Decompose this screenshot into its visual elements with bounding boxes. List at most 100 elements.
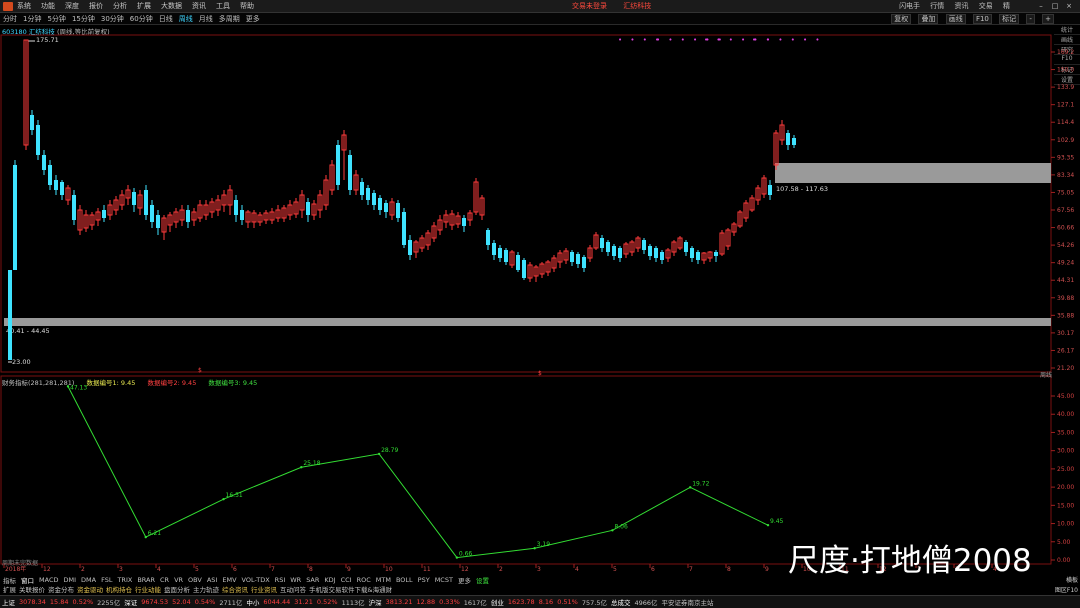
indicator-tab[interactable]: BOLL xyxy=(396,576,413,584)
indicator-tab[interactable]: OBV xyxy=(188,576,202,584)
time-axis-label: 7 xyxy=(689,566,693,573)
indicator-tab[interactable]: RSI xyxy=(275,576,286,584)
time-axis-label: 4 xyxy=(157,566,161,573)
indicator-tab[interactable]: BRAR xyxy=(137,576,155,584)
indicator-point-label: 16.51 xyxy=(226,492,243,499)
support-zone xyxy=(4,318,1051,326)
broker-server[interactable]: 平安证券南京主站 xyxy=(662,597,714,607)
indicator-tab[interactable]: 更多 xyxy=(458,575,471,585)
indicator-tab[interactable]: MACD xyxy=(39,576,58,584)
indicator-tab[interactable]: 窗口 xyxy=(21,575,34,585)
indicator-tab[interactable]: DMA xyxy=(81,576,96,584)
indicator-tab[interactable]: MCST xyxy=(435,576,453,584)
indicator-point-label: 25.18 xyxy=(303,460,320,467)
time-axis-label: 6 xyxy=(651,566,655,573)
extension-tab[interactable]: 盘面分析 xyxy=(164,584,190,594)
cy-index-label[interactable]: 创业 xyxy=(491,597,504,607)
extension-tab[interactable]: 行业动能 xyxy=(135,584,161,594)
indicator-tab[interactable]: 设置 xyxy=(476,575,489,585)
indicator-header: 财务指标(281,281,281) 数据编号1: 9.45 数据编号2: 9.4… xyxy=(2,377,267,387)
zx-index-label[interactable]: 中小 xyxy=(246,597,259,607)
sz-index-amount: 2711亿 xyxy=(219,599,243,607)
indicator-tab[interactable]: FSL xyxy=(101,576,112,584)
time-axis-label: 6 xyxy=(233,566,237,573)
indicator-tab[interactable]: WR xyxy=(290,576,301,584)
time-axis-label: 11 xyxy=(423,566,431,573)
event-marker: $ xyxy=(538,370,542,377)
layout-horizontal-button[interactable]: 横板 xyxy=(1066,575,1078,584)
candle-body-down xyxy=(36,125,40,155)
indicator-tab[interactable]: ROC xyxy=(357,576,371,584)
event-marker: $ xyxy=(198,367,202,374)
extension-tab[interactable]: 资金分布 xyxy=(48,584,74,594)
candle-body-down xyxy=(306,202,310,215)
candle-body-down xyxy=(504,250,508,262)
candle-body-down xyxy=(132,192,136,205)
indicator-axis-label: 40.00 xyxy=(1057,411,1074,418)
price-axis-label: 35.88 xyxy=(1057,312,1074,319)
candle-body-down xyxy=(366,188,370,200)
extension-tab[interactable]: 主力轨迹 xyxy=(193,584,219,594)
indicator-tab[interactable]: SAR xyxy=(306,576,319,584)
chart-f10-button[interactable]: 图区F10 xyxy=(1055,585,1078,594)
indicator-tab[interactable]: VOL-TDX xyxy=(242,576,270,584)
time-axis-label: 2 xyxy=(81,566,85,573)
sh-index-value: 3078.34 xyxy=(19,598,46,606)
resistance-zone xyxy=(775,163,1051,183)
price-axis-label: 114.4 xyxy=(1057,119,1074,126)
time-axis-label: 9 xyxy=(765,566,769,573)
price-axis-label: 60.66 xyxy=(1057,225,1074,232)
hs-index-amount: 1617亿 xyxy=(463,599,487,607)
extension-tab[interactable]: 综合资讯 xyxy=(222,584,248,594)
price-axis-label: 67.56 xyxy=(1057,207,1074,214)
candle-body-down xyxy=(612,246,616,256)
indicator-tab[interactable]: DMI xyxy=(63,576,76,584)
indicator-point xyxy=(455,556,459,559)
extension-tab[interactable]: 行业资讯 xyxy=(251,584,277,594)
indicator-tab[interactable]: KDJ xyxy=(324,576,335,584)
extension-tab[interactable]: 手机版交易软件下载&海通财 xyxy=(309,584,392,594)
watermark-text: 尺度·打地僧2008 xyxy=(788,543,1032,579)
sz-index-label[interactable]: 深证 xyxy=(124,597,137,607)
extension-tab[interactable]: 互动问答 xyxy=(280,584,306,594)
candle-body-down xyxy=(660,252,664,260)
indicator-tab[interactable]: PSY xyxy=(418,576,430,584)
indicator-tab[interactable]: CCI xyxy=(341,576,352,584)
indicator-tab[interactable]: EMV xyxy=(222,576,236,584)
price-axis-label: 102.9 xyxy=(1057,137,1074,144)
candle-body-down xyxy=(144,190,148,215)
candle-body-down xyxy=(492,243,496,255)
candle-body-down xyxy=(690,248,694,258)
indicator-tab[interactable]: 指标 xyxy=(3,575,16,585)
extension-tab[interactable]: 机构持仓 xyxy=(106,584,132,594)
indicator-axis-label: 20.00 xyxy=(1057,484,1074,491)
indicator-point xyxy=(222,497,225,501)
indicator-axis-label: 15.00 xyxy=(1057,502,1074,509)
indicator-title[interactable]: 财务指标(281,281,281) xyxy=(2,379,74,387)
extension-tab[interactable]: 关联报价 xyxy=(19,584,45,594)
price-axis-label: 75.05 xyxy=(1057,189,1074,196)
candle-body-down xyxy=(786,133,790,145)
indicator-point-label: 28.79 xyxy=(381,447,398,454)
candle-body-down xyxy=(240,210,244,220)
indicator-tab[interactable]: CR xyxy=(160,576,169,584)
sh-index-label[interactable]: 上证 xyxy=(2,597,15,607)
indicator-tab[interactable]: ASI xyxy=(207,576,218,584)
candle-body-down xyxy=(336,145,340,185)
candle-body-down xyxy=(582,257,586,268)
zx-index-value: 6044.44 xyxy=(263,598,291,606)
period-label: 周线 xyxy=(1039,372,1052,379)
candle-body-down xyxy=(372,193,376,205)
indicator-tab[interactable]: VR xyxy=(174,576,183,584)
time-axis-label: 5 xyxy=(613,566,617,573)
indicator-tab[interactable]: TRIX xyxy=(117,576,132,584)
hs-index-label[interactable]: 沪深 xyxy=(369,597,382,607)
extension-tab[interactable]: 扩展 xyxy=(3,584,16,594)
candle-body-down xyxy=(60,182,64,195)
time-axis-label: 3 xyxy=(119,566,123,573)
extension-tab[interactable]: 资金驱动 xyxy=(77,584,103,594)
indicator-tab[interactable]: MTM xyxy=(376,576,391,584)
indicator-point-label: 9.45 xyxy=(770,518,784,525)
chart-canvas[interactable]: 169.2 150.0 133.9 127.1 114.4 102.9 93.35 83.34… xyxy=(0,0,1080,608)
candle-body-down xyxy=(102,210,106,218)
